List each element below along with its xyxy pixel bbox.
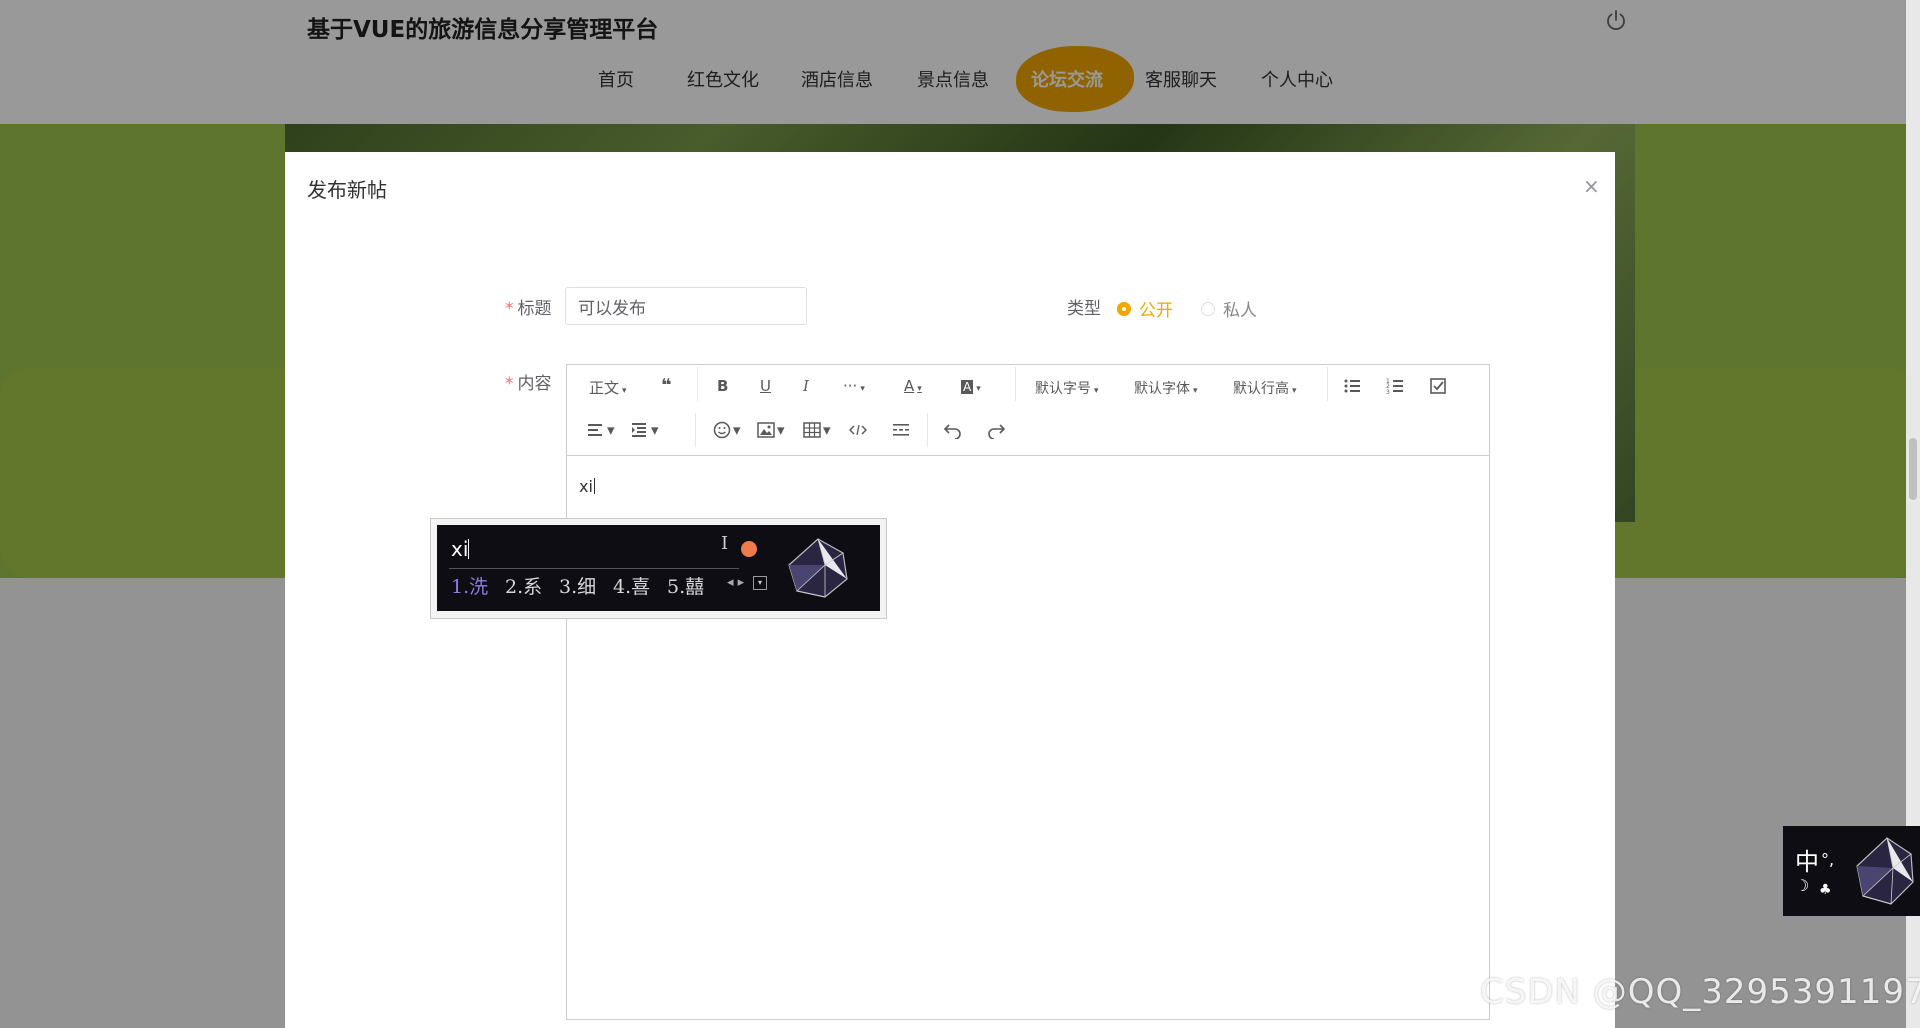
font-family-label: 默认字体	[1134, 381, 1190, 397]
image-icon[interactable]	[757, 422, 775, 438]
radio-checked-icon	[1117, 301, 1131, 316]
chevron-down-icon: ▾	[1292, 386, 1297, 396]
quote-icon[interactable]: ❝	[661, 375, 672, 396]
align-icon[interactable]	[587, 422, 605, 438]
rich-text-editor: 正文 ▾ ❝ B U I ··· ▾ A ▾ A ▾ 默认字号 ▾ 默认字体 ▾ 默认行高 ▾…	[566, 364, 1490, 1020]
type-label: 类型	[1067, 299, 1101, 319]
ime-candidate[interactable]: 5.囍	[667, 572, 704, 599]
content-label-text: 内容	[517, 374, 552, 394]
title-label-text: 标题	[517, 299, 552, 319]
ime-skin-icon[interactable]	[741, 541, 757, 557]
bg-color-label: A	[961, 380, 974, 394]
chevron-down-icon[interactable]: ▾	[651, 421, 659, 439]
ime-divider	[449, 568, 739, 569]
title-input[interactable]	[565, 287, 807, 325]
more-label: ···	[843, 377, 858, 395]
font-color-label: A	[904, 377, 915, 395]
skin-icon[interactable]: ♣	[1819, 882, 1832, 898]
chevron-down-icon: ▾	[860, 384, 865, 394]
radio-public[interactable]: 公开	[1117, 296, 1173, 321]
ibeam-cursor-icon: I	[721, 533, 729, 554]
paragraph-dropdown[interactable]: 正文 ▾	[589, 377, 627, 398]
toolbar-divider	[695, 413, 696, 447]
paragraph-label: 正文	[589, 379, 620, 397]
text-cursor	[593, 478, 595, 494]
required-mark: *	[505, 299, 514, 319]
chevron-down-icon: ▾	[1193, 386, 1198, 396]
indent-icon[interactable]	[631, 422, 649, 438]
toolbar-divider	[1327, 367, 1328, 401]
editor-content[interactable]: xi	[579, 477, 595, 496]
expand-candidates-icon[interactable]: ▾	[753, 576, 767, 590]
redo-icon[interactable]	[986, 421, 1006, 439]
scrollbar-thumb[interactable]	[1909, 438, 1917, 500]
ime-panel: xi I 1.洗 2.系 3.细 4.喜 5.囍 ◂ ▸ ▾	[437, 525, 880, 611]
radio-unchecked-icon	[1201, 301, 1215, 316]
content-label: * 内容	[505, 369, 552, 394]
title-label: * 标题	[505, 294, 552, 319]
ime-punct-indicator[interactable]: °,	[1821, 850, 1834, 869]
ime-candidate-window: xi I 1.洗 2.系 3.细 4.喜 5.囍 ◂ ▸ ▾	[430, 518, 887, 619]
csdn-watermark: CSDN @QQ_3295391197	[1480, 972, 1920, 1012]
ime-caret	[468, 539, 470, 559]
editor-text: xi	[579, 477, 593, 496]
chevron-down-icon: ▾	[1094, 386, 1099, 396]
radio-private-label: 私人	[1223, 301, 1257, 321]
chevron-down-icon[interactable]: ▾	[733, 421, 741, 439]
ime-candidate[interactable]: 2.系	[505, 572, 542, 599]
ime-mode-indicator[interactable]: 中	[1795, 842, 1819, 877]
page: 基于VUE的旅游信息分享管理平台 首页 红色文化 酒店信息 景点信息 论坛交流 …	[0, 0, 1920, 1028]
ime-composition-text: xi	[451, 537, 469, 561]
radio-private[interactable]: 私人	[1201, 296, 1257, 321]
dialog-title: 发布新帖	[307, 178, 387, 202]
ime-candidate[interactable]: 3.细	[559, 572, 596, 599]
ime-candidate[interactable]: 1.洗	[451, 572, 488, 599]
bold-icon[interactable]: B	[717, 377, 728, 395]
moon-icon[interactable]: ☽	[1795, 876, 1809, 895]
divider-icon[interactable]	[892, 422, 910, 438]
font-size-dropdown[interactable]: 默认字号 ▾	[1035, 378, 1099, 398]
chevron-down-icon: ▾	[917, 384, 922, 394]
line-height-dropdown[interactable]: 默认行高 ▾	[1233, 378, 1297, 398]
chevron-down-icon: ▾	[622, 386, 627, 396]
undo-icon[interactable]	[943, 421, 963, 439]
ime-candidate[interactable]: 4.喜	[613, 572, 650, 599]
gem-icon	[788, 538, 848, 598]
chevron-down-icon: ▾	[976, 384, 981, 394]
page-arrows-icon[interactable]: ◂ ▸	[727, 575, 744, 590]
todo-icon[interactable]	[1429, 377, 1447, 395]
close-icon[interactable]: ×	[1583, 174, 1600, 198]
bulleted-list-icon[interactable]	[1343, 377, 1361, 395]
font-size-label: 默认字号	[1035, 381, 1091, 397]
ime-status-bar[interactable]: 中 °, ☽ ♣	[1783, 826, 1920, 916]
numbered-list-icon[interactable]: 123	[1386, 377, 1404, 395]
gem-icon	[1856, 837, 1914, 905]
font-color-icon[interactable]: A ▾	[904, 377, 922, 395]
emoji-icon[interactable]	[713, 421, 731, 439]
ime-composition: xi	[451, 537, 470, 561]
radio-public-label: 公开	[1139, 301, 1173, 321]
bg-color-icon[interactable]: A ▾	[961, 377, 981, 395]
svg-text:3: 3	[1386, 389, 1390, 395]
line-height-label: 默认行高	[1233, 381, 1289, 397]
more-icon[interactable]: ··· ▾	[843, 377, 865, 395]
chevron-down-icon[interactable]: ▾	[777, 421, 785, 439]
underline-icon[interactable]: U	[760, 377, 771, 395]
toolbar-divider	[927, 413, 928, 447]
toolbar-divider	[697, 367, 698, 401]
toolbar-divider	[1015, 367, 1016, 401]
required-mark: *	[505, 374, 514, 394]
italic-icon[interactable]: I	[803, 377, 809, 395]
chevron-down-icon[interactable]: ▾	[607, 421, 615, 439]
chevron-down-icon[interactable]: ▾	[823, 421, 831, 439]
editor-toolbar: 正文 ▾ ❝ B U I ··· ▾ A ▾ A ▾ 默认字号 ▾ 默认字体 ▾ 默认行高 ▾…	[567, 365, 1489, 456]
font-family-dropdown[interactable]: 默认字体 ▾	[1134, 378, 1198, 398]
code-icon[interactable]	[849, 422, 867, 438]
table-icon[interactable]	[803, 422, 821, 438]
